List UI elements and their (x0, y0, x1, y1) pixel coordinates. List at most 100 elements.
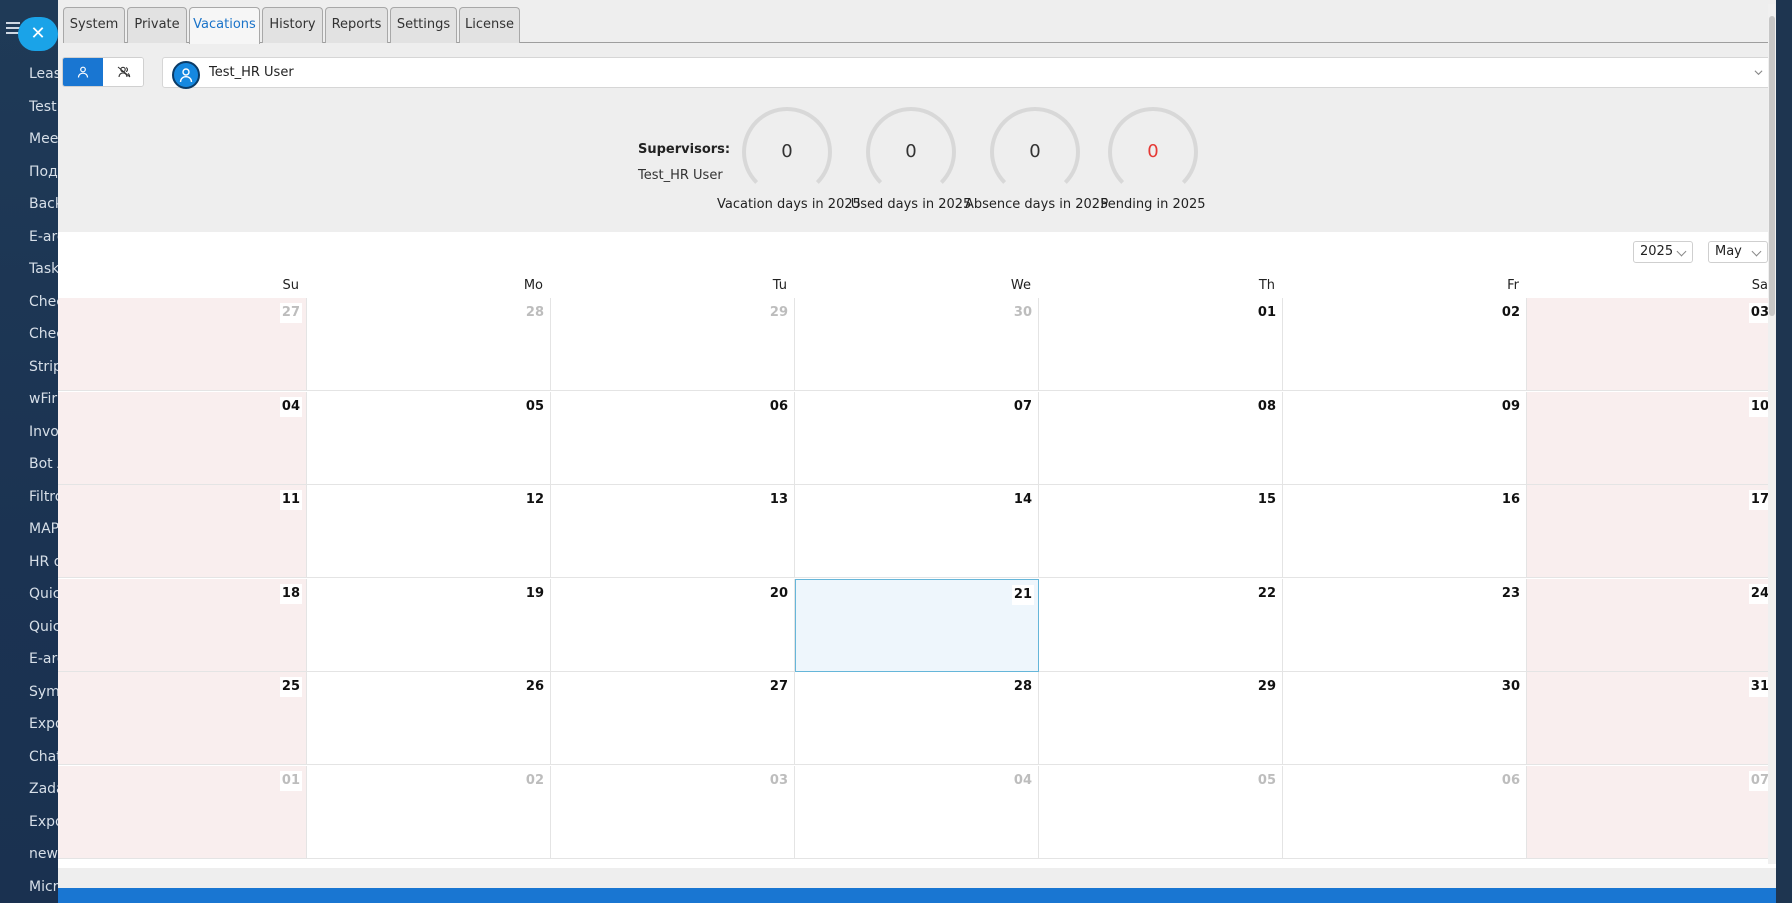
calendar-day-cell[interactable]: 29 (1039, 672, 1283, 765)
day-number: 09 (1499, 396, 1522, 417)
calendar-day-cell[interactable]: 23 (1283, 578, 1527, 672)
day-number: 15 (1255, 490, 1278, 510)
supervisor-name: Test_HR User (638, 168, 723, 183)
calendar-day-cell[interactable]: 03 (1527, 298, 1776, 391)
calendar-day-cell[interactable]: 27 (551, 672, 795, 765)
background-nav-item: HR d (29, 553, 59, 570)
year-value: 2025 (1640, 244, 1674, 259)
calendar-day-cell[interactable]: 09 (1283, 391, 1527, 485)
month-select[interactable]: May (1708, 241, 1768, 263)
gauge-value: 0 (1108, 107, 1198, 197)
background-nav-item: Strip (29, 358, 59, 375)
calendar-day-cell[interactable]: 19 (307, 578, 551, 672)
calendar-day-cell[interactable]: 20 (551, 578, 795, 672)
calendar-day-cell[interactable]: 01 (1039, 298, 1283, 391)
day-number: 05 (523, 396, 546, 417)
tab-system[interactable]: System (63, 7, 125, 43)
calendar-day-cell[interactable]: 13 (551, 485, 795, 578)
background-nav-item: wFirr (29, 391, 59, 407)
calendar-day-cell[interactable]: 12 (307, 485, 551, 578)
day-number: 30 (1011, 303, 1034, 323)
day-number: 08 (1255, 396, 1278, 417)
calendar-day-cell[interactable]: 22 (1039, 578, 1283, 672)
view-mode-toggle (62, 57, 144, 87)
calendar-day-cell[interactable]: 08 (1039, 391, 1283, 485)
calendar-day-cell[interactable]: 30 (1283, 672, 1527, 765)
calendar-day-cell[interactable]: 16 (1283, 485, 1527, 578)
background-nav-item: Symf (29, 683, 59, 700)
tab-vacations[interactable]: Vacations (189, 7, 260, 44)
user-icon (179, 68, 193, 83)
calendar-day-cell[interactable]: 07 (1527, 765, 1776, 859)
background-nav-item: Invoi (29, 423, 59, 440)
calendar-day-cell[interactable]: 25 (58, 672, 307, 765)
background-nav-item: Chat (29, 748, 59, 765)
stat-used-days: 0 Used days in 2025 (841, 100, 981, 212)
background-nav-item: Expo (29, 813, 59, 830)
calendar-day-cell[interactable]: 28 (307, 298, 551, 391)
day-number: 14 (1011, 490, 1034, 510)
day-number: 22 (1255, 583, 1278, 604)
calendar-day-cell[interactable]: 27 (58, 298, 307, 391)
tab-reports[interactable]: Reports (325, 7, 388, 43)
team-mode-button[interactable] (104, 58, 143, 86)
background-nav-list: Leas Test Meet Подо Back E-arc TaskT Chec Chec St… (29, 60, 59, 903)
calendar-day-cell[interactable]: 05 (1039, 765, 1283, 859)
calendar-day-cell[interactable]: 24 (1527, 578, 1776, 672)
calendar-day-cell[interactable]: 01 (58, 765, 307, 859)
stat-label: Pending in 2025 (1100, 197, 1206, 212)
stat-label: Vacation days in 2025 (717, 197, 861, 212)
background-nav-item: Back (29, 196, 59, 212)
calendar-day-cell[interactable]: 28 (795, 672, 1039, 765)
user-select[interactable]: Test_HR User (162, 57, 1774, 89)
calendar-day-cell[interactable]: 14 (795, 485, 1039, 578)
year-select[interactable]: 2025 (1633, 241, 1693, 263)
tab-license[interactable]: License (459, 7, 520, 43)
chevron-down-icon (1751, 246, 1762, 257)
background-nav-item: E-arc (29, 651, 59, 667)
day-number: 06 (767, 396, 790, 417)
calendar-day-cell[interactable]: 11 (58, 485, 307, 578)
calendar-day-cell[interactable]: 30 (795, 298, 1039, 391)
day-number: 30 (1499, 677, 1522, 697)
calendar-day-cell[interactable]: 15 (1039, 485, 1283, 578)
tab-private[interactable]: Private (127, 7, 187, 43)
calendar-day-cell[interactable]: 06 (551, 391, 795, 485)
calendar-day-cell[interactable]: 29 (551, 298, 795, 391)
day-number: 28 (1011, 677, 1034, 697)
calendar-day-cell[interactable]: 06 (1283, 765, 1527, 859)
calendar-day-cell[interactable]: 31 (1527, 672, 1776, 765)
background-nav-item: new/ (29, 846, 59, 862)
day-number: 03 (767, 770, 790, 791)
stat-pending: 0 Pending in 2025 (1083, 100, 1223, 212)
scrollbar-thumb[interactable] (1769, 16, 1775, 316)
tab-settings[interactable]: Settings (390, 7, 457, 43)
calendar-day-cell[interactable]: 02 (307, 765, 551, 859)
weekday-label: Tu (772, 278, 787, 293)
weekday-label: Th (1258, 278, 1275, 293)
single-user-mode-button[interactable] (63, 58, 103, 86)
day-number: 23 (1499, 583, 1522, 604)
calendar-day-cell[interactable]: 03 (551, 765, 795, 859)
weekday-header: Su Mo Tu We Th Fr Sa (58, 278, 1776, 296)
background-nav-item: Expo (29, 716, 59, 732)
calendar-day-cell[interactable]: 26 (307, 672, 551, 765)
vertical-scrollbar[interactable] (1768, 4, 1776, 864)
calendar-day-cell[interactable]: 04 (58, 391, 307, 485)
close-button[interactable]: ✕ (18, 17, 58, 51)
calendar-day-cell[interactable]: 02 (1283, 298, 1527, 391)
month-value: May (1715, 244, 1742, 259)
calendar-day-cell[interactable]: 21 (795, 578, 1039, 672)
calendar-day-cell[interactable]: 17 (1527, 485, 1776, 578)
calendar-day-cell[interactable]: 18 (58, 578, 307, 672)
calendar-day-cell[interactable]: 07 (795, 391, 1039, 485)
weekday-label: Fr (1507, 278, 1519, 293)
calendar-day-cell[interactable]: 05 (307, 391, 551, 485)
calendar-day-cell[interactable]: 04 (795, 765, 1039, 859)
background-nav-item: Leas (29, 66, 59, 82)
day-number: 02 (1499, 303, 1522, 323)
tab-history[interactable]: History (262, 7, 323, 43)
day-number: 29 (1255, 677, 1278, 697)
calendar-day-cell[interactable]: 10 (1527, 391, 1776, 485)
vacations-modal: System Private Vacations History Reports Sett… (58, 0, 1776, 903)
